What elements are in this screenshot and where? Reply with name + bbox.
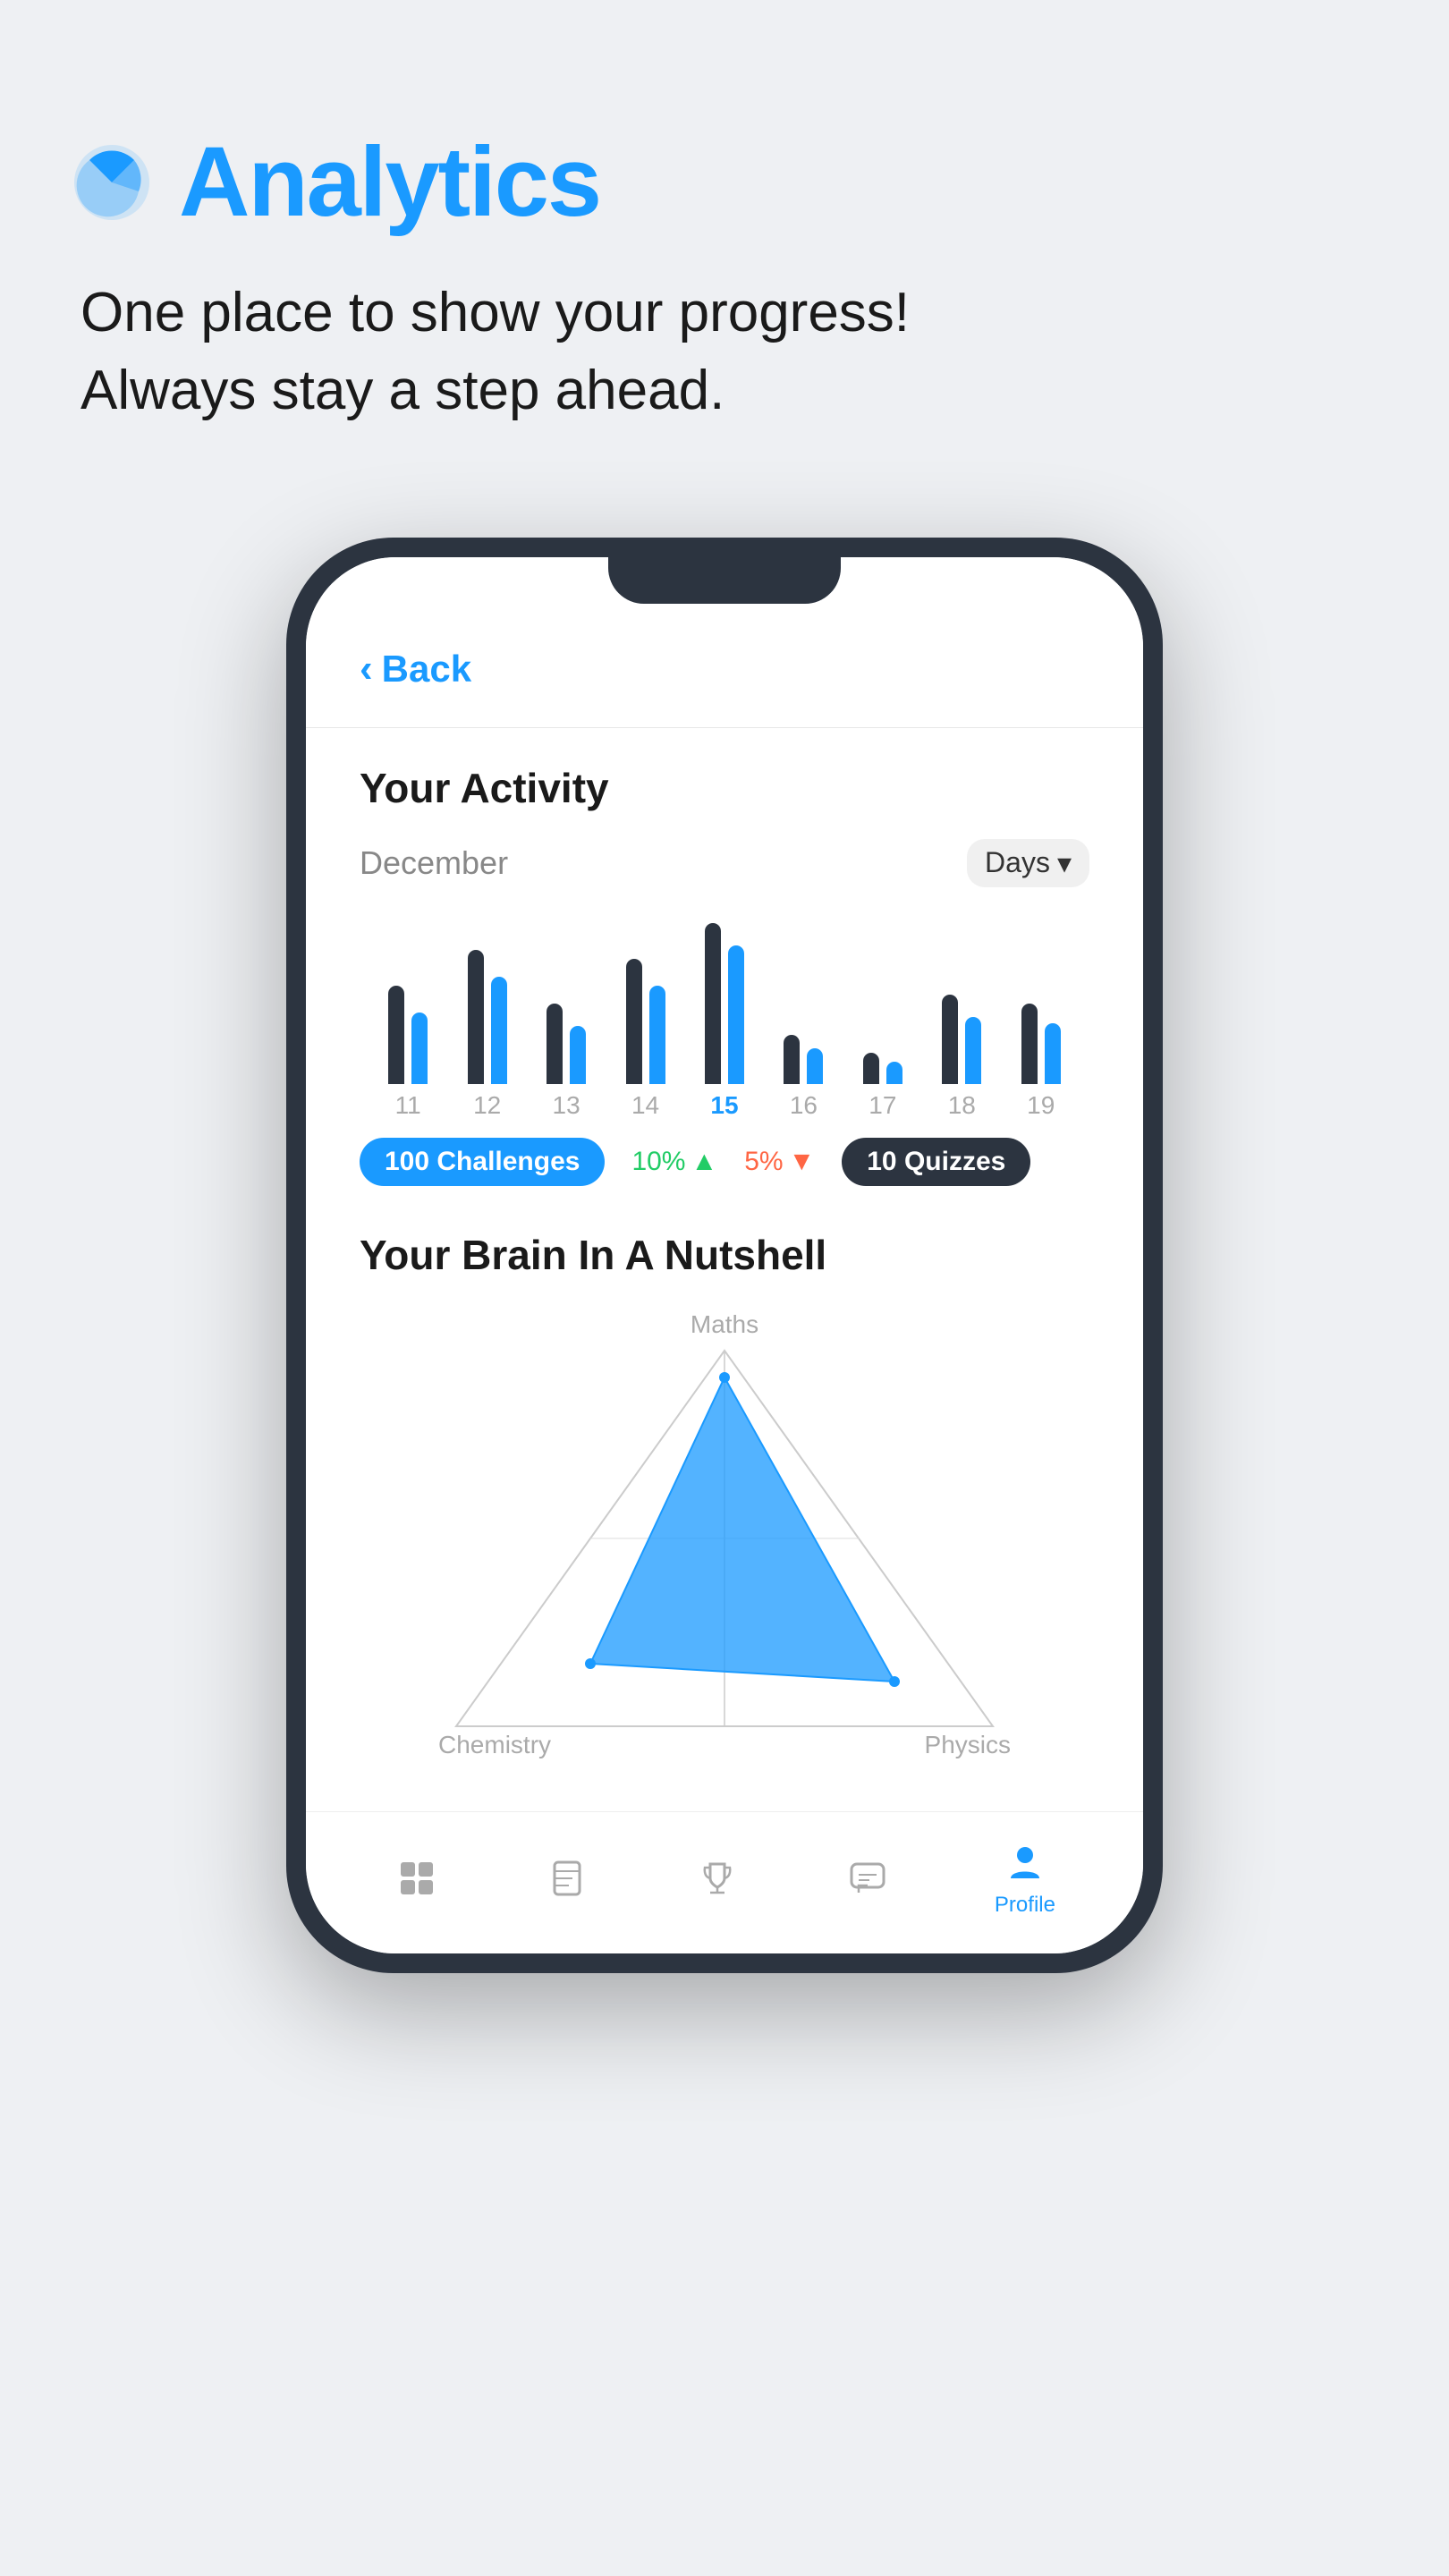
bar-blue-19	[1045, 1023, 1061, 1084]
bar-blue-18	[965, 1017, 981, 1084]
bar-label-19: 19	[1027, 1091, 1055, 1120]
bar-dark-12	[468, 950, 484, 1084]
bar-dark-19	[1021, 1004, 1038, 1084]
bar-group-11: 11	[388, 905, 428, 1120]
activity-section: Your Activity December Days ▾	[360, 764, 1089, 1186]
nav-item-profile[interactable]: Profile	[995, 1839, 1055, 1918]
bar-blue-17	[886, 1062, 902, 1084]
nav-item-trophy[interactable]	[694, 1855, 741, 1902]
bar-label-13: 13	[553, 1091, 580, 1120]
bar-label-14: 14	[631, 1091, 659, 1120]
chat-icon	[844, 1855, 891, 1902]
bottom-nav: Profile	[306, 1811, 1143, 1953]
header-section: Analytics One place to show your progres…	[0, 0, 1449, 484]
chemistry-label: Chemistry	[438, 1731, 551, 1758]
bar-label-11: 11	[395, 1091, 421, 1120]
bar-group-12: 12	[468, 905, 507, 1120]
bar-group-16: 16	[784, 905, 823, 1120]
trophy-icon	[694, 1855, 741, 1902]
bar-group-18: 18	[942, 905, 981, 1120]
bar-dark-15	[705, 923, 721, 1084]
chevron-down-icon: ▾	[1057, 846, 1072, 880]
bar-blue-15	[728, 945, 744, 1084]
grid-icon	[394, 1855, 440, 1902]
bar-group-13: 13	[547, 905, 586, 1120]
radar-svg: Maths Chemistry Physics	[411, 1306, 1038, 1771]
phone-inner: ‹ Back Your Activity December Days ▾	[306, 557, 1143, 1953]
bar-chart: 11 12	[360, 923, 1089, 1120]
activity-title: Your Activity	[360, 764, 1089, 812]
quizzes-badge: 10 Quizzes	[842, 1138, 1030, 1186]
bar-group-19: 19	[1021, 905, 1061, 1120]
bar-dark-14	[626, 959, 642, 1084]
maths-label: Maths	[691, 1310, 758, 1338]
days-selector[interactable]: Days ▾	[967, 839, 1089, 887]
phone-outer: ‹ Back Your Activity December Days ▾	[286, 538, 1163, 1973]
bar-label-12: 12	[473, 1091, 501, 1120]
profile-nav-label: Profile	[995, 1893, 1055, 1918]
bar-dark-13	[547, 1004, 563, 1084]
bar-dark-18	[942, 995, 958, 1084]
bar-blue-13	[570, 1026, 586, 1084]
arrow-up-icon: ▲	[691, 1147, 717, 1177]
header-subtitle: One place to show your progress! Always …	[72, 275, 1377, 430]
phone-notch	[608, 557, 841, 604]
percent-down: 5% ▼	[744, 1147, 815, 1177]
bar-label-16: 16	[790, 1091, 818, 1120]
physics-label: Physics	[925, 1731, 1011, 1758]
radar-labels: Maths Chemistry Physics	[411, 1306, 1038, 1775]
nav-item-book[interactable]	[544, 1855, 590, 1902]
bar-label-15: 15	[710, 1091, 738, 1120]
bar-group-15: 15	[705, 905, 744, 1120]
nav-item-chat[interactable]	[844, 1855, 891, 1902]
back-chevron-icon: ‹	[360, 647, 373, 691]
title-row: Analytics	[72, 125, 1377, 239]
challenges-badge: 100 Challenges	[360, 1138, 605, 1186]
radar-chart: Maths Chemistry Physics	[360, 1306, 1089, 1775]
phone-wrapper: ‹ Back Your Activity December Days ▾	[0, 538, 1449, 1973]
bar-blue-12	[491, 977, 507, 1084]
bar-blue-11	[411, 1013, 428, 1084]
back-button[interactable]: ‹ Back	[360, 647, 1089, 691]
bar-group-14: 14	[626, 905, 665, 1120]
percent-up: 10% ▲	[631, 1147, 717, 1177]
brain-section: Your Brain In A Nutshell Maths Chemistry…	[360, 1231, 1089, 1775]
brain-title: Your Brain In A Nutshell	[360, 1231, 1089, 1279]
nav-item-home[interactable]	[394, 1855, 440, 1902]
page-title: Analytics	[179, 125, 600, 239]
profile-icon	[1002, 1839, 1048, 1885]
analytics-icon	[72, 142, 152, 223]
bar-label-18: 18	[948, 1091, 976, 1120]
bar-dark-11	[388, 986, 404, 1084]
bar-dark-16	[784, 1035, 800, 1084]
phone-screen: ‹ Back Your Activity December Days ▾	[306, 557, 1143, 1811]
stats-row: 100 Challenges 10% ▲ 5% ▼ 10 Quizzes	[360, 1138, 1089, 1186]
bar-dark-17	[863, 1053, 879, 1084]
divider	[306, 727, 1143, 728]
bar-label-17: 17	[869, 1091, 896, 1120]
month-label: December	[360, 844, 508, 882]
book-icon	[544, 1855, 590, 1902]
bar-blue-14	[649, 986, 665, 1084]
bar-group-17: 17	[863, 905, 902, 1120]
bar-blue-16	[807, 1048, 823, 1084]
arrow-down-icon: ▼	[789, 1147, 816, 1177]
activity-header: December Days ▾	[360, 839, 1089, 887]
